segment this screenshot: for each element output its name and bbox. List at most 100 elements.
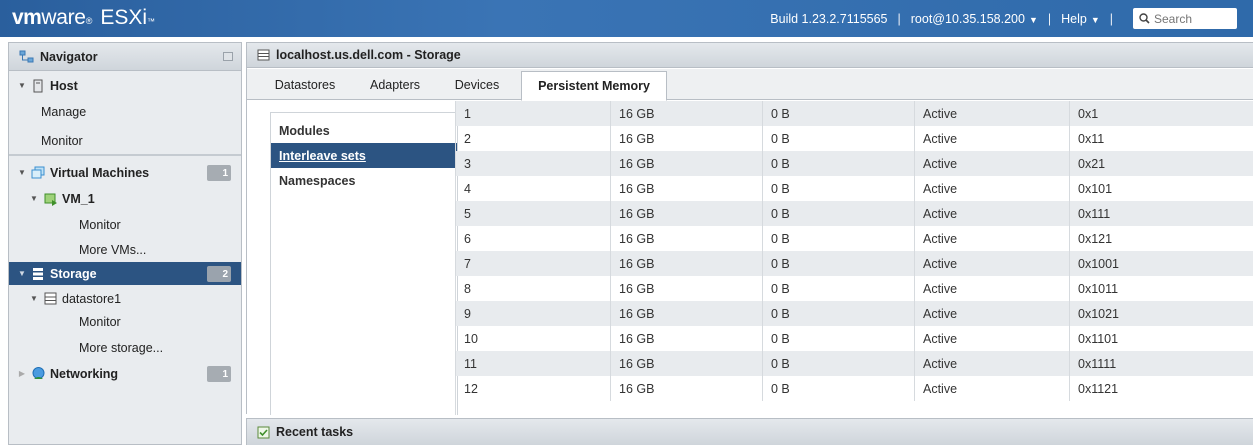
interleave-sets-grid: 1 16 GB 0 B Active 0x1 2 16 GB 0 B Active 0x11 3 16…: [455, 101, 1253, 415]
help-menu[interactable]: Help ▼: [1061, 12, 1100, 26]
table-row[interactable]: 11 16 GB 0 B Active 0x1111: [456, 351, 1253, 376]
logo-vm: vm: [12, 6, 42, 29]
table-row[interactable]: 5 16 GB 0 B Active 0x111: [456, 201, 1253, 226]
nav-label: More VMs...: [79, 242, 147, 257]
subnav-modules[interactable]: Modules: [271, 118, 457, 143]
table-cell: Active: [915, 176, 1070, 201]
table-row[interactable]: 1 16 GB 0 B Active 0x1: [456, 101, 1253, 126]
nav-item-more-storage[interactable]: More storage...: [9, 336, 241, 359]
datastore-icon: [42, 291, 58, 307]
table-cell: 7: [456, 251, 611, 276]
table-row[interactable]: 7 16 GB 0 B Active 0x1001: [456, 251, 1253, 276]
table-cell: 16 GB: [611, 126, 763, 151]
table-cell: Active: [915, 101, 1070, 126]
table-cell: 0x1001: [1078, 256, 1120, 271]
main-panel: localhost.us.dell.com - Storage Datastor…: [246, 42, 1253, 415]
table-row[interactable]: 6 16 GB 0 B Active 0x121: [456, 226, 1253, 251]
nav-label: Manage: [41, 104, 87, 119]
nav-item-virtual-machines[interactable]: ▼ Virtual Machines 1: [9, 161, 241, 184]
nav-label: datastore1: [62, 291, 122, 306]
expand-triangle-icon[interactable]: ▼: [29, 194, 39, 203]
table-cell: 0x121: [1078, 231, 1113, 246]
storage-icon: [30, 266, 46, 282]
table-cell: 0x101: [1078, 181, 1113, 196]
separator: |: [1109, 11, 1113, 26]
expand-triangle-icon[interactable]: ▼: [17, 168, 27, 177]
subnav-namespaces[interactable]: Namespaces: [271, 168, 457, 193]
main-header: localhost.us.dell.com - Storage: [247, 43, 1253, 68]
table-cell: 8: [456, 276, 611, 301]
nav-item-vm-monitor[interactable]: Monitor: [9, 213, 241, 236]
tab-datastores[interactable]: Datastores: [261, 69, 349, 100]
table-cell: 16 GB: [611, 226, 763, 251]
table-row[interactable]: 10 16 GB 0 B Active 0x1101: [456, 326, 1253, 351]
table-row[interactable]: 4 16 GB 0 B Active 0x101: [456, 176, 1253, 201]
nav-item-datastore-monitor[interactable]: Monitor: [9, 310, 241, 333]
networking-icon: [30, 366, 46, 382]
nav-item-host-manage[interactable]: Manage: [9, 100, 241, 123]
collapse-panel-icon[interactable]: [223, 52, 233, 61]
table-cell: 0 B: [763, 176, 915, 201]
nav-item-host-monitor[interactable]: Monitor: [9, 129, 241, 152]
recent-tasks-title: Recent tasks: [276, 425, 354, 439]
subnav-interleave-sets[interactable]: Interleave sets: [271, 143, 457, 168]
table-cell: 0 B: [763, 326, 915, 351]
table-cell: 0 B: [763, 376, 915, 401]
top-bar: vm ware ® ESXi ™ Build 1.23.2.7115565 | roo…: [0, 0, 1253, 37]
nav-item-vm-1[interactable]: ▼ VM_1: [9, 187, 241, 210]
table-row[interactable]: 12 16 GB 0 B Active 0x1121: [456, 376, 1253, 401]
search-box[interactable]: [1133, 8, 1237, 29]
table-cell: 16 GB: [611, 326, 763, 351]
nav-item-storage[interactable]: ▼ Storage 2: [9, 262, 241, 285]
table-cell: 1: [456, 101, 611, 126]
table-row[interactable]: 9 16 GB 0 B Active 0x1021: [456, 301, 1253, 326]
table-cell: 0x11: [1078, 131, 1105, 146]
count-badge: 1: [207, 165, 231, 181]
table-cell: 0 B: [763, 101, 915, 126]
table-cell: 16 GB: [611, 251, 763, 276]
expand-triangle-icon[interactable]: ▼: [17, 81, 27, 90]
table-cell: 4: [456, 176, 611, 201]
expand-triangle-icon[interactable]: ▼: [17, 269, 27, 278]
user-menu[interactable]: root@10.35.158.200 ▼: [911, 12, 1038, 26]
table-cell: Active: [915, 376, 1070, 401]
nav-label: Virtual Machines: [50, 165, 150, 180]
tab-label: Persistent Memory: [538, 79, 650, 93]
vm-icon: [42, 191, 58, 207]
table-cell: 0x1011: [1078, 281, 1119, 296]
nav-item-datastore1[interactable]: ▼ datastore1: [9, 287, 241, 310]
table-cell: Active: [915, 301, 1070, 326]
table-row[interactable]: 2 16 GB 0 B Active 0x11: [456, 126, 1253, 151]
table-cell: Active: [915, 226, 1070, 251]
tab-bar: Datastores Adapters Devices Persistent M…: [247, 69, 1253, 101]
nav-divider: [9, 154, 241, 156]
table-cell: 5: [456, 201, 611, 226]
top-right-toolbar: Build 1.23.2.7115565 | root@10.35.158.20…: [770, 0, 1237, 37]
nav-item-networking[interactable]: ▶ Networking 1: [9, 362, 241, 385]
table-row[interactable]: 3 16 GB 0 B Active 0x21: [456, 151, 1253, 176]
table-cell: 0x21: [1078, 156, 1106, 171]
table-cell: Active: [915, 126, 1070, 151]
navigator-title: Navigator: [40, 49, 98, 64]
expand-triangle-icon[interactable]: ▼: [29, 294, 39, 303]
table-row[interactable]: 8 16 GB 0 B Active 0x1011: [456, 276, 1253, 301]
tab-adapters[interactable]: Adapters: [359, 69, 431, 100]
tab-devices[interactable]: Devices: [443, 69, 511, 100]
recent-tasks-panel[interactable]: Recent tasks: [246, 418, 1253, 445]
nav-item-host[interactable]: ▼ Host: [9, 74, 241, 97]
nav-item-more-vms[interactable]: More VMs...: [9, 238, 241, 261]
search-input[interactable]: [1154, 11, 1224, 26]
navigator-header: Navigator: [9, 43, 241, 71]
subnav-label: Modules: [279, 123, 330, 138]
table-cell: 16 GB: [611, 151, 763, 176]
nav-label: Monitor: [41, 133, 83, 148]
table-cell: 0x111: [1078, 206, 1111, 221]
chevron-down-icon: ▼: [1090, 14, 1100, 25]
table-cell: 0 B: [763, 276, 915, 301]
table-cell: Active: [915, 251, 1070, 276]
table-cell: Active: [915, 201, 1070, 226]
separator: |: [897, 11, 901, 26]
expand-triangle-icon[interactable]: ▶: [17, 369, 27, 378]
tab-persistent-memory[interactable]: Persistent Memory: [521, 71, 667, 101]
table-cell: Active: [915, 151, 1070, 176]
